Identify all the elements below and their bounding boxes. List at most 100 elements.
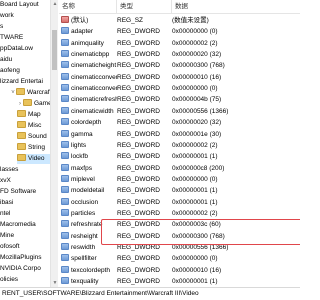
value-name-cell: modeldetail (59, 185, 117, 196)
column-header-type[interactable]: 类型 (117, 0, 172, 14)
table-row[interactable]: gamma REG_DWORD 0x0000001e (30) (59, 129, 300, 140)
value-name: animquality (71, 39, 104, 47)
tree-item[interactable]: aidu (0, 55, 50, 65)
tree-item-label: Map (28, 111, 41, 118)
table-row[interactable]: cinematicwidth REG_DWORD 0x00000556 (1366) (59, 106, 300, 117)
value-type-cell: REG_DWORD (117, 62, 160, 70)
table-row[interactable]: spellfilter REG_DWORD 0x00000000 (0) (59, 253, 300, 264)
tree-item[interactable]: TWARE (0, 33, 50, 43)
list-header: 名称 类型 数据 (59, 0, 300, 14)
table-row[interactable]: cinematicrefresh REG_DWORD 0x0000004b (75) (59, 94, 300, 105)
tree-item[interactable]: xvX (0, 176, 50, 186)
table-row[interactable]: (默认) REG_SZ (数值未设置) (59, 15, 300, 26)
tree-item[interactable]: Board Layout (0, 0, 50, 10)
tree-item[interactable]: aofeng (0, 66, 50, 76)
tree-item[interactable]: Map (17, 110, 50, 120)
table-row[interactable]: miplevel REG_DWORD 0x00000000 (0) (59, 174, 300, 185)
value-type-cell: REG_DWORD (117, 266, 160, 274)
value-type-cell: REG_SZ (117, 17, 144, 24)
value-name: particles (71, 209, 96, 217)
table-row[interactable]: particles REG_DWORD 0x00000002 (2) (59, 208, 300, 219)
scroll-up-arrow-icon[interactable]: ▲ (51, 0, 59, 8)
tree-item[interactable]: Misc (17, 121, 50, 131)
tree-item[interactable]: Sound (17, 132, 50, 142)
table-row[interactable]: adapter REG_DWORD 0x00000000 (0) (59, 26, 300, 37)
scroll-thumb[interactable] (52, 30, 57, 70)
table-row[interactable]: maxfps REG_DWORD 0x000000c8 (200) (59, 163, 300, 174)
folder-icon (17, 143, 26, 150)
tree-item[interactable]: ›Gameplay (17, 99, 57, 109)
tree-item-label: s (0, 23, 4, 30)
tree-item[interactable]: ntel (0, 209, 50, 219)
column-header-name[interactable]: 名称 (59, 0, 117, 14)
tree-item-label: Video (28, 155, 45, 162)
table-row[interactable]: cinematicbpp REG_DWORD 0x00000020 (32) (59, 49, 300, 60)
tree-item[interactable]: ppDataLow (0, 44, 50, 54)
value-type-cell: REG_DWORD (117, 153, 160, 161)
tree-item-label: FD Software (0, 188, 37, 195)
tree-item[interactable]: work (0, 11, 50, 21)
binary-value-icon (61, 163, 69, 171)
value-type-cell: REG_DWORD (117, 187, 160, 195)
tree-item[interactable]: Macromedia (0, 220, 50, 230)
table-row[interactable]: resheight REG_DWORD 0x00000300 (768) (59, 231, 300, 242)
value-data-cell: (数值未设置) (172, 17, 209, 24)
table-row[interactable]: cinematicheight REG_DWORD 0x00000300 (768) (59, 60, 300, 71)
tree-item[interactable]: s (0, 22, 50, 32)
value-type-cell: REG_DWORD (117, 96, 160, 104)
value-name: cinematicwidth (71, 107, 114, 115)
binary-value-icon (61, 254, 69, 262)
column-header-data[interactable]: 数据 (172, 0, 298, 14)
table-row[interactable]: refreshrate REG_DWORD 0x0000003c (60) (59, 219, 300, 230)
tree-item[interactable]: MozillaPlugins (0, 253, 50, 263)
tree-item-label: ibasi (0, 199, 14, 206)
tree-item[interactable]: String (17, 143, 50, 153)
table-row[interactable]: lockfb REG_DWORD 0x00000001 (1) (59, 151, 300, 162)
value-type-cell: REG_DWORD (117, 198, 160, 206)
value-data-cell: 0x00000001 (1) (172, 198, 218, 206)
tree-item[interactable]: Video (17, 154, 50, 164)
table-row[interactable]: animquality REG_DWORD 0x00000002 (2) (59, 38, 300, 49)
table-row[interactable]: reswidth REG_DWORD 0x00000556 (1366) (59, 242, 300, 253)
table-row[interactable]: colordepth REG_DWORD 0x00000020 (32) (59, 117, 300, 128)
table-row[interactable]: modeldetail REG_DWORD 0x00000001 (1) (59, 185, 300, 196)
tree-item[interactable]: Mine (0, 231, 50, 241)
tree-scrollbar[interactable]: ▲ ▼ (50, 0, 58, 287)
table-row[interactable]: cinematicconvert REG_DWORD 0x00000010 (16) (59, 72, 300, 83)
value-name: modeldetail (71, 187, 105, 195)
binary-value-icon (61, 186, 69, 194)
value-data-cell: 0x00000020 (32) (172, 119, 222, 127)
value-type-cell: REG_DWORD (117, 278, 160, 286)
folder-icon (23, 99, 32, 106)
binary-value-icon (61, 95, 69, 103)
value-name: texquality (71, 278, 99, 286)
table-row[interactable]: lights REG_DWORD 0x00000002 (2) (59, 140, 300, 151)
table-row[interactable]: occlusion REG_DWORD 0x00000001 (1) (59, 197, 300, 208)
value-type-cell: REG_DWORD (117, 73, 160, 81)
value-name-cell: cinematicconvert (59, 83, 117, 94)
value-name-cell: gamma (59, 129, 117, 140)
value-name: spellfilter (71, 255, 97, 263)
tree-item[interactable]: olicies (0, 275, 50, 285)
tree-item-label: Board Layout (0, 1, 39, 8)
tree-item[interactable]: NVIDIA Corpo (0, 264, 50, 274)
tree-item[interactable]: ofosoft (0, 242, 50, 252)
table-row[interactable]: texcolordepth REG_DWORD 0x00000010 (16) (59, 265, 300, 276)
value-name-cell: cinematicbpp (59, 49, 117, 60)
value-type-cell: REG_DWORD (117, 85, 160, 93)
binary-value-icon (61, 277, 69, 285)
tree-item[interactable]: FD Software (0, 187, 50, 197)
tree-item[interactable]: lasses (0, 165, 50, 175)
table-row[interactable]: texquality REG_DWORD 0x00000001 (1) (59, 276, 300, 287)
value-name-cell: miplevel (59, 174, 117, 185)
table-row[interactable]: cinematicconvert REG_DWORD 0x00000000 (0) (59, 83, 300, 94)
value-name-cell: adapter (59, 26, 117, 37)
value-data-cell: 0x00000000 (0) (172, 255, 218, 263)
tree-item[interactable]: ˅ Warcraft III (10, 88, 57, 98)
scroll-down-arrow-icon[interactable]: ▼ (51, 279, 59, 287)
tree-item[interactable]: ibasi (0, 198, 50, 208)
values-list: 名称 类型 数据 (默认) REG_SZ (数值未设置) adapter REG_DWO… (59, 0, 300, 287)
tree-item[interactable]: lizzard Entertai (0, 77, 50, 87)
value-data-cell: 0x00000000 (0) (172, 175, 218, 183)
tree-item-label: ntel (0, 210, 11, 217)
